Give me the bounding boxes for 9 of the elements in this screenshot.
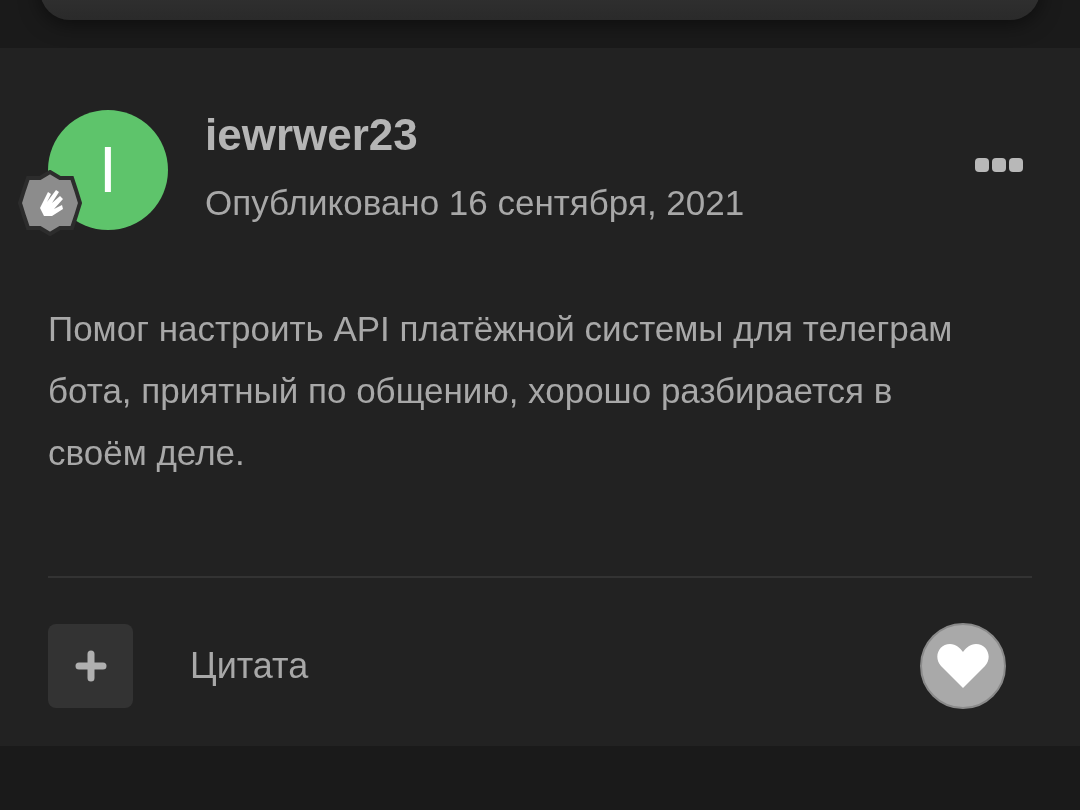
plus-icon [74,650,107,682]
quote-link[interactable]: Цитата [190,645,920,687]
post-text: Помог настроить API платёжной системы для телеграм бота, приятный по общению, хорошо разбирается в своём деле. [48,308,954,474]
add-button[interactable] [48,624,133,708]
more-icon[interactable] [975,158,1025,174]
author-name[interactable]: iewrwer23 [205,110,975,160]
post-date: Опубликовано 16 сентября, 2021 [205,182,746,224]
heart-icon [936,642,990,690]
badge-icon [18,170,82,236]
